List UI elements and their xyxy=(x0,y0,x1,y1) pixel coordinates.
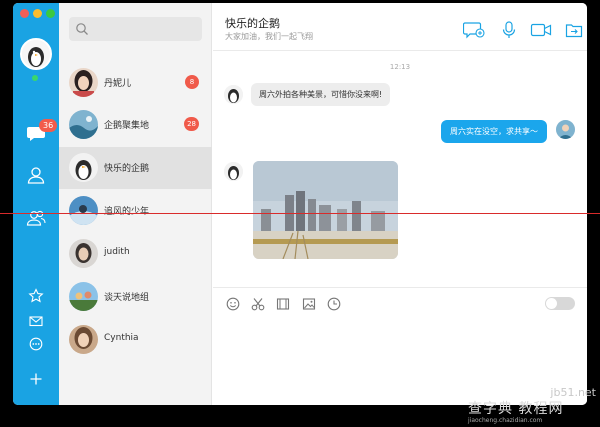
contact-name: 丹妮儿 xyxy=(104,79,132,89)
app-window: 36 丹妮儿 8 企鹅聚集地 28 快乐的企鹅 追风的少年 judith 谈天说… xyxy=(13,3,587,405)
contact-icon[interactable] xyxy=(26,165,46,185)
toggle-knob xyxy=(546,298,557,309)
list-item[interactable]: 追风的少年 xyxy=(59,190,212,232)
contact-avatar xyxy=(69,196,98,225)
list-item[interactable]: 谈天说地组 xyxy=(59,276,212,318)
more-icon[interactable] xyxy=(29,337,43,351)
emoji-icon[interactable] xyxy=(226,297,240,311)
list-item[interactable]: judith xyxy=(59,233,212,275)
unread-count: 28 xyxy=(184,117,199,131)
star-icon[interactable] xyxy=(28,288,44,304)
contact-name: judith xyxy=(104,247,130,257)
contact-avatar xyxy=(69,110,98,139)
contact-avatar xyxy=(69,239,98,268)
scissors-icon[interactable] xyxy=(251,297,265,311)
input-toolbar xyxy=(213,287,587,319)
film-icon[interactable] xyxy=(276,297,290,311)
clock-icon[interactable] xyxy=(327,297,341,311)
contact-name: 追风的少年 xyxy=(104,207,150,217)
watermark: jb51.net 查字典 教程网 jiaocheng.chazidian.com xyxy=(468,386,600,427)
red-guide-line xyxy=(0,213,600,214)
voice-toggle[interactable] xyxy=(545,297,575,310)
outgoing-message-bubble[interactable]: 周六实在没空，求共享～ xyxy=(441,120,547,143)
watermark-title: 查字典 教程网 xyxy=(468,401,564,417)
search-input[interactable] xyxy=(69,17,202,41)
chat-header: 快乐的企鹅 大家加油，我们一起飞翔 xyxy=(213,3,587,51)
list-item[interactable]: Cynthia xyxy=(59,319,212,361)
share-icon[interactable] xyxy=(565,21,583,39)
add-icon[interactable] xyxy=(29,372,43,386)
conversation-list: 丹妮儿 8 企鹅聚集地 28 快乐的企鹅 追风的少年 judith 谈天说地组 … xyxy=(59,3,212,405)
unread-count: 8 xyxy=(185,75,199,89)
sender-avatar[interactable] xyxy=(224,162,243,181)
add-chat-icon[interactable] xyxy=(463,21,485,39)
list-item[interactable]: 丹妮儿 8 xyxy=(59,62,212,104)
incoming-message-bubble[interactable]: 周六外拍各种美景，可惜你没来啊! xyxy=(251,83,391,106)
group-icon[interactable] xyxy=(26,208,46,228)
my-avatar[interactable] xyxy=(20,38,52,70)
contact-avatar xyxy=(69,282,98,311)
search-icon xyxy=(76,23,88,35)
contact-avatar xyxy=(69,153,98,182)
list-item-selected[interactable]: 快乐的企鹅 xyxy=(59,147,212,189)
contact-name: 谈天说地组 xyxy=(104,293,150,303)
unread-badge: 36 xyxy=(39,119,58,132)
online-status-dot xyxy=(32,75,38,81)
close-window-button[interactable] xyxy=(20,9,29,18)
chat-panel: 快乐的企鹅 大家加油，我们一起飞翔 12:13 周六外拍各种美景，可惜你没来啊!… xyxy=(213,3,587,405)
video-icon[interactable] xyxy=(530,21,552,39)
mail-icon[interactable] xyxy=(29,314,43,328)
contact-name: 企鹅聚集地 xyxy=(104,121,150,131)
list-item[interactable]: 企鹅聚集地 28 xyxy=(59,104,212,146)
contact-avatar xyxy=(69,68,98,97)
contact-name: Cynthia xyxy=(104,333,139,343)
chat-subtitle: 大家加油，我们一起飞翔 xyxy=(225,32,313,41)
left-rail: 36 xyxy=(13,3,59,405)
my-message-avatar[interactable] xyxy=(556,120,575,139)
zoom-window-button[interactable] xyxy=(46,9,55,18)
minimize-window-button[interactable] xyxy=(33,9,42,18)
watermark-url: jiaocheng.chazidian.com xyxy=(468,417,543,424)
chat-title: 快乐的企鹅 xyxy=(225,17,280,30)
message-timestamp: 12:13 xyxy=(389,63,411,71)
sender-avatar[interactable] xyxy=(224,85,243,104)
shared-photo[interactable] xyxy=(253,161,398,259)
image-icon[interactable] xyxy=(302,297,316,311)
contact-name: 快乐的企鹅 xyxy=(104,164,150,174)
contact-avatar xyxy=(69,325,98,354)
microphone-icon[interactable] xyxy=(501,21,517,39)
